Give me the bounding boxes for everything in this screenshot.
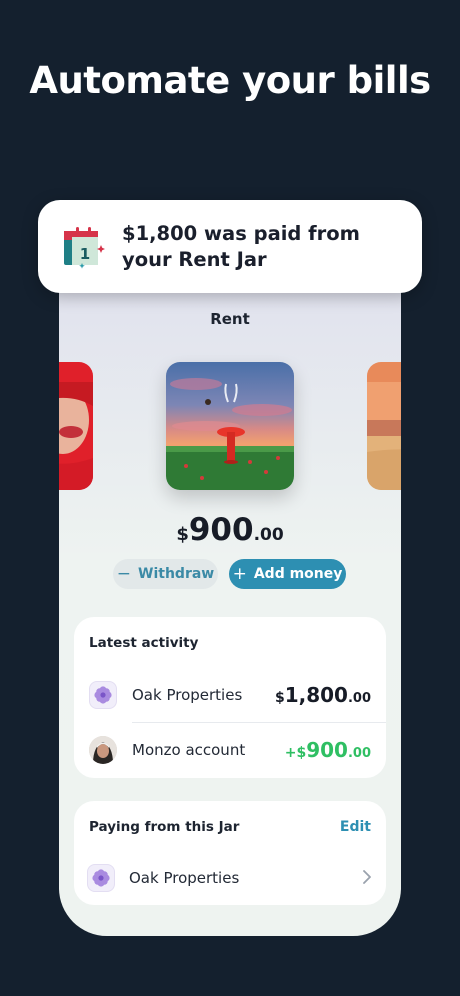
payment-notification[interactable]: 1 $1,800 was paid from your Rent Jar (38, 200, 422, 293)
jar-image-previous[interactable] (59, 362, 93, 490)
latest-activity-heading: Latest activity (89, 635, 199, 651)
chevron-right-icon (362, 869, 372, 888)
add-money-label: Add money (253, 566, 343, 582)
flower-icon (89, 681, 117, 709)
minus-icon: − (116, 564, 132, 584)
paying-from-jar-panel: Paying from this Jar Edit Oak Properties (74, 801, 386, 905)
row-divider (132, 722, 386, 723)
activity-amount: +$900.00 (285, 738, 371, 762)
notification-text: $1,800 was paid from your Rent Jar (122, 221, 360, 271)
flower-icon (87, 864, 115, 892)
amount-currency: $ (274, 690, 285, 706)
balance-currency: $ (176, 524, 189, 545)
activity-row[interactable]: Oak Properties $1,800.00 (74, 669, 386, 721)
activity-amount: $1,800.00 (275, 683, 371, 707)
jar-image-current-art (166, 362, 294, 490)
amount-currency: $ (296, 745, 307, 761)
jar-image-next-art (367, 362, 401, 490)
amount-whole: 900 (306, 738, 348, 762)
withdraw-label: Withdraw (138, 566, 215, 582)
jar-image-current[interactable] (166, 362, 294, 490)
edit-link[interactable]: Edit (340, 819, 371, 835)
amount-sign: + (284, 745, 297, 761)
jar-balance: $900.00 (59, 512, 401, 548)
jar-title: Rent (210, 310, 250, 328)
balance-cents: .00 (253, 525, 284, 545)
person-avatar (89, 736, 117, 764)
calendar-day-1-icon: 1 (62, 225, 106, 269)
activity-name: Oak Properties (132, 686, 243, 704)
jar-image-next[interactable] (367, 362, 401, 490)
payee-name: Oak Properties (129, 869, 240, 887)
add-money-button[interactable]: + Add money (229, 559, 346, 589)
amount-cents: .00 (347, 691, 371, 706)
paying-heading: Paying from this Jar (89, 819, 240, 835)
jar-image-previous-art (59, 362, 93, 490)
withdraw-button[interactable]: − Withdraw (113, 559, 218, 589)
amount-whole: 1,800 (284, 683, 348, 707)
amount-cents: .00 (347, 746, 371, 761)
activity-name: Monzo account (132, 741, 246, 759)
latest-activity-panel: Latest activity Oak Properties $1,800.00 (74, 617, 386, 778)
svg-text:1: 1 (80, 245, 90, 263)
payee-row[interactable]: Oak Properties (74, 852, 386, 904)
headline: Automate your bills (29, 59, 431, 102)
phone-screen: Rent $900.00 − Withdraw + Add money Late… (59, 250, 401, 936)
balance-whole: 900 (188, 512, 254, 548)
activity-row[interactable]: Monzo account +$900.00 (74, 724, 386, 776)
plus-icon: + (232, 564, 247, 584)
